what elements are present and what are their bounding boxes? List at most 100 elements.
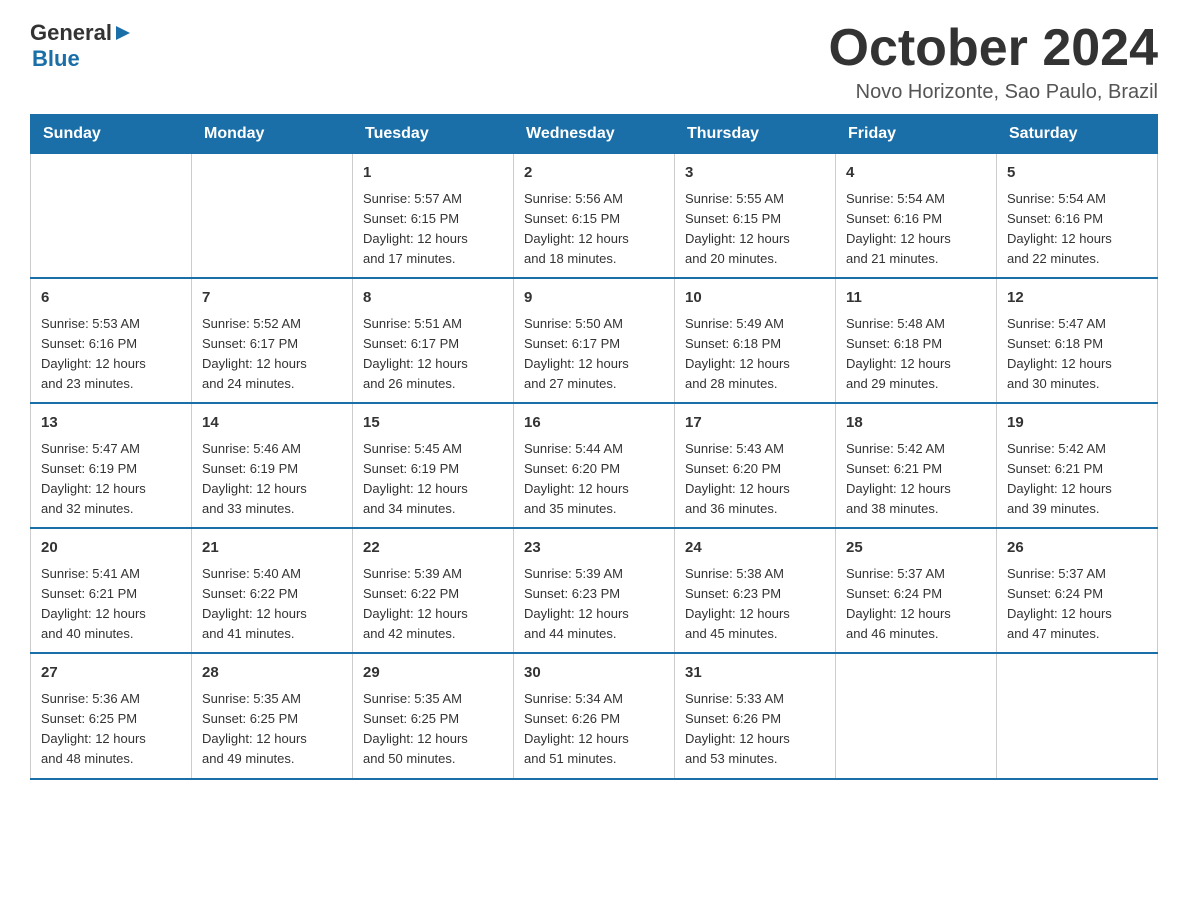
day-number: 5 (1007, 162, 1147, 185)
day-number: 22 (363, 537, 503, 560)
day-number: 10 (685, 287, 825, 310)
calendar-cell: 12Sunrise: 5:47 AMSunset: 6:18 PMDayligh… (997, 278, 1158, 403)
day-info: Sunrise: 5:51 AMSunset: 6:17 PMDaylight:… (363, 314, 503, 395)
weekday-header-thursday: Thursday (675, 115, 836, 154)
day-number: 26 (1007, 537, 1147, 560)
calendar-cell: 4 Sunrise: 5:54 AMSunset: 6:16 PMDaylight… (836, 154, 997, 279)
day-number: 9 (524, 287, 664, 310)
day-info: Sunrise: 5:43 AMSunset: 6:20 PMDaylight:… (685, 439, 825, 520)
day-number: 21 (202, 537, 342, 560)
day-number: 4 (846, 162, 986, 185)
day-info: Sunrise: 5:49 AMSunset: 6:18 PMDaylight:… (685, 314, 825, 395)
calendar-cell: 14 Sunrise: 5:46 AMSunset: 6:19 PMDayligh… (192, 403, 353, 528)
calendar-cell: 11Sunrise: 5:48 AMSunset: 6:18 PMDayligh… (836, 278, 997, 403)
day-info: Sunrise: 5:55 AMSunset: 6:15 PMDaylight:… (685, 189, 825, 270)
calendar-cell: 15 Sunrise: 5:45 AMSunset: 6:19 PMDayligh… (353, 403, 514, 528)
calendar-cell: 17 Sunrise: 5:43 AMSunset: 6:20 PMDayligh… (675, 403, 836, 528)
calendar-cell: 21Sunrise: 5:40 AMSunset: 6:22 PMDayligh… (192, 528, 353, 653)
day-number: 2 (524, 162, 664, 185)
day-info: Sunrise: 5:41 AMSunset: 6:21 PMDaylight:… (41, 564, 181, 645)
day-info: Sunrise: 5:42 AMSunset: 6:21 PMDaylight:… (1007, 439, 1147, 520)
day-info: Sunrise: 5:37 AMSunset: 6:24 PMDaylight:… (846, 564, 986, 645)
weekday-header-tuesday: Tuesday (353, 115, 514, 154)
calendar-cell: 23Sunrise: 5:39 AMSunset: 6:23 PMDayligh… (514, 528, 675, 653)
day-number: 13 (41, 412, 181, 435)
calendar-cell: 29Sunrise: 5:35 AMSunset: 6:25 PMDayligh… (353, 653, 514, 778)
day-info: Sunrise: 5:34 AMSunset: 6:26 PMDaylight:… (524, 689, 664, 770)
page-header: General Blue October 2024 Novo Horizonte… (30, 20, 1158, 104)
day-info: Sunrise: 5:33 AMSunset: 6:26 PMDaylight:… (685, 689, 825, 770)
calendar-cell: 2 Sunrise: 5:56 AMSunset: 6:15 PMDaylight… (514, 154, 675, 279)
day-info: Sunrise: 5:53 AMSunset: 6:16 PMDaylight:… (41, 314, 181, 395)
weekday-header-wednesday: Wednesday (514, 115, 675, 154)
day-info: Sunrise: 5:54 AMSunset: 6:16 PMDaylight:… (1007, 189, 1147, 270)
calendar-cell: 1 Sunrise: 5:57 AMSunset: 6:15 PMDaylight… (353, 154, 514, 279)
day-number: 12 (1007, 287, 1147, 310)
logo-general-text: General (30, 20, 112, 46)
calendar-cell: 6 Sunrise: 5:53 AMSunset: 6:16 PMDaylight… (31, 278, 192, 403)
calendar-cell: 3 Sunrise: 5:55 AMSunset: 6:15 PMDaylight… (675, 154, 836, 279)
weekday-header-friday: Friday (836, 115, 997, 154)
day-info: Sunrise: 5:52 AMSunset: 6:17 PMDaylight:… (202, 314, 342, 395)
day-info: Sunrise: 5:35 AMSunset: 6:25 PMDaylight:… (202, 689, 342, 770)
day-info: Sunrise: 5:36 AMSunset: 6:25 PMDaylight:… (41, 689, 181, 770)
day-number: 20 (41, 537, 181, 560)
logo-blue-text: Blue (32, 46, 80, 72)
day-number: 6 (41, 287, 181, 310)
day-number: 19 (1007, 412, 1147, 435)
calendar-cell: 30 Sunrise: 5:34 AMSunset: 6:26 PMDayligh… (514, 653, 675, 778)
calendar-cell: 7 Sunrise: 5:52 AMSunset: 6:17 PMDaylight… (192, 278, 353, 403)
calendar-cell: 16Sunrise: 5:44 AMSunset: 6:20 PMDayligh… (514, 403, 675, 528)
calendar-cell: 22 Sunrise: 5:39 AMSunset: 6:22 PMDayligh… (353, 528, 514, 653)
calendar-cell: 31 Sunrise: 5:33 AMSunset: 6:26 PMDayligh… (675, 653, 836, 778)
week-row-2: 6 Sunrise: 5:53 AMSunset: 6:16 PMDaylight… (31, 278, 1158, 403)
day-number: 14 (202, 412, 342, 435)
day-info: Sunrise: 5:35 AMSunset: 6:25 PMDaylight:… (363, 689, 503, 770)
day-number: 27 (41, 662, 181, 685)
day-number: 18 (846, 412, 986, 435)
day-number: 7 (202, 287, 342, 310)
day-info: Sunrise: 5:54 AMSunset: 6:16 PMDaylight:… (846, 189, 986, 270)
day-number: 30 (524, 662, 664, 685)
weekday-header-monday: Monday (192, 115, 353, 154)
day-info: Sunrise: 5:37 AMSunset: 6:24 PMDaylight:… (1007, 564, 1147, 645)
calendar-cell: 9 Sunrise: 5:50 AMSunset: 6:17 PMDaylight… (514, 278, 675, 403)
day-number: 8 (363, 287, 503, 310)
day-number: 15 (363, 412, 503, 435)
day-info: Sunrise: 5:46 AMSunset: 6:19 PMDaylight:… (202, 439, 342, 520)
day-info: Sunrise: 5:39 AMSunset: 6:23 PMDaylight:… (524, 564, 664, 645)
calendar-cell: 8 Sunrise: 5:51 AMSunset: 6:17 PMDaylight… (353, 278, 514, 403)
day-info: Sunrise: 5:56 AMSunset: 6:15 PMDaylight:… (524, 189, 664, 270)
day-number: 25 (846, 537, 986, 560)
weekday-header-row: SundayMondayTuesdayWednesdayThursdayFrid… (31, 115, 1158, 154)
calendar-cell (997, 653, 1158, 778)
calendar-cell (31, 154, 192, 279)
calendar-cell: 26 Sunrise: 5:37 AMSunset: 6:24 PMDayligh… (997, 528, 1158, 653)
calendar-table: SundayMondayTuesdayWednesdayThursdayFrid… (30, 114, 1158, 779)
day-info: Sunrise: 5:50 AMSunset: 6:17 PMDaylight:… (524, 314, 664, 395)
calendar-cell: 19 Sunrise: 5:42 AMSunset: 6:21 PMDayligh… (997, 403, 1158, 528)
day-info: Sunrise: 5:45 AMSunset: 6:19 PMDaylight:… (363, 439, 503, 520)
day-info: Sunrise: 5:57 AMSunset: 6:15 PMDaylight:… (363, 189, 503, 270)
week-row-3: 13 Sunrise: 5:47 AMSunset: 6:19 PMDayligh… (31, 403, 1158, 528)
calendar-cell (192, 154, 353, 279)
day-number: 24 (685, 537, 825, 560)
calendar-cell: 27 Sunrise: 5:36 AMSunset: 6:25 PMDayligh… (31, 653, 192, 778)
day-number: 1 (363, 162, 503, 185)
week-row-1: 1 Sunrise: 5:57 AMSunset: 6:15 PMDaylight… (31, 154, 1158, 279)
day-number: 31 (685, 662, 825, 685)
calendar-cell: 18 Sunrise: 5:42 AMSunset: 6:21 PMDayligh… (836, 403, 997, 528)
day-number: 3 (685, 162, 825, 185)
day-info: Sunrise: 5:42 AMSunset: 6:21 PMDaylight:… (846, 439, 986, 520)
day-number: 17 (685, 412, 825, 435)
week-row-5: 27 Sunrise: 5:36 AMSunset: 6:25 PMDayligh… (31, 653, 1158, 778)
week-row-4: 20 Sunrise: 5:41 AMSunset: 6:21 PMDayligh… (31, 528, 1158, 653)
day-info: Sunrise: 5:47 AMSunset: 6:19 PMDaylight:… (41, 439, 181, 520)
logo: General Blue (30, 20, 134, 72)
day-number: 28 (202, 662, 342, 685)
calendar-cell: 28 Sunrise: 5:35 AMSunset: 6:25 PMDayligh… (192, 653, 353, 778)
weekday-header-sunday: Sunday (31, 115, 192, 154)
calendar-cell (836, 653, 997, 778)
day-info: Sunrise: 5:48 AMSunset: 6:18 PMDaylight:… (846, 314, 986, 395)
day-info: Sunrise: 5:39 AMSunset: 6:22 PMDaylight:… (363, 564, 503, 645)
